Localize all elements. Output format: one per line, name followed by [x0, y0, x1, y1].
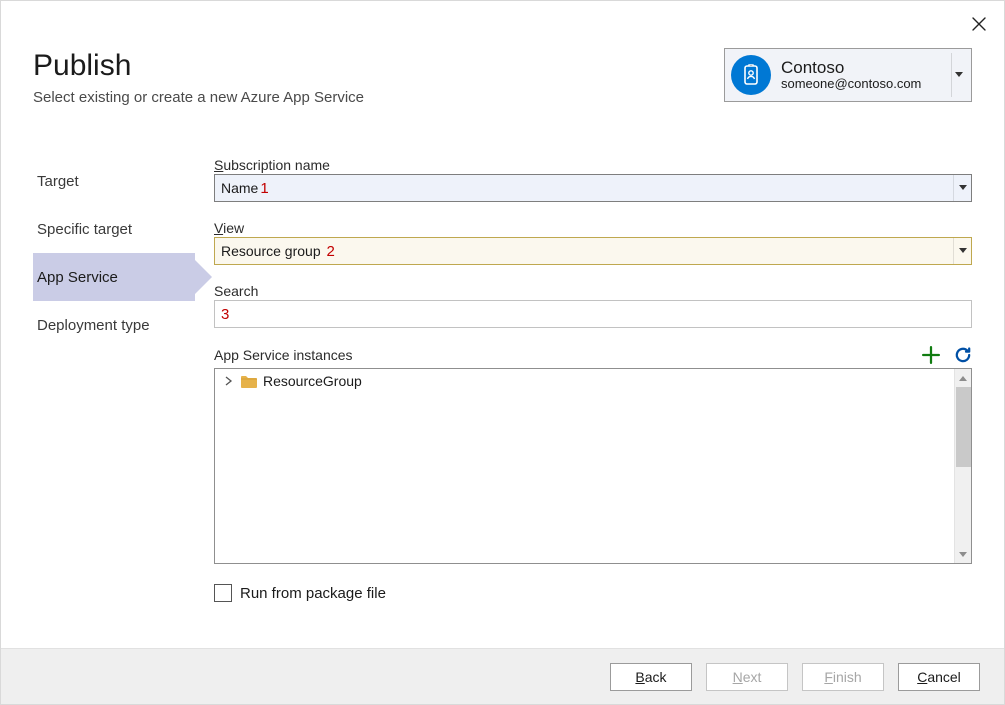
cancel-button[interactable]: Cancel — [898, 663, 980, 691]
add-instance-button[interactable] — [922, 346, 940, 364]
wizard-footer: Back Next Finish Cancel — [1, 648, 1004, 704]
step-app-service[interactable]: App Service — [33, 253, 195, 301]
instances-title: App Service instances — [214, 347, 353, 363]
annotation-2: 2 — [327, 243, 335, 260]
account-email: someone@contoso.com — [781, 77, 951, 92]
chevron-down-icon[interactable] — [953, 238, 971, 264]
view-combo[interactable]: Resource group 2 — [214, 237, 972, 265]
search-input[interactable]: 3 — [214, 300, 972, 328]
scroll-down-icon[interactable] — [955, 546, 971, 563]
tree-row-label: ResourceGroup — [263, 373, 362, 389]
step-target[interactable]: Target — [33, 157, 195, 205]
refresh-button[interactable] — [954, 346, 972, 364]
run-from-package-checkbox[interactable] — [214, 584, 232, 602]
instances-tree[interactable]: ResourceGroup — [214, 368, 972, 564]
next-button: Next — [706, 663, 788, 691]
subscription-label: Subscription name — [214, 157, 972, 173]
close-button[interactable] — [972, 15, 986, 36]
main-form: Subscription name Name1 View Resource gr… — [214, 157, 972, 602]
view-label: View — [214, 220, 972, 236]
subscription-value: Name1 — [221, 180, 953, 197]
page-title: Publish — [33, 49, 364, 83]
account-dropdown-button[interactable] — [951, 53, 965, 97]
account-name: Contoso — [781, 58, 951, 78]
step-specific-target[interactable]: Specific target — [33, 205, 195, 253]
page-subtitle: Select existing or create a new Azure Ap… — [33, 89, 364, 106]
search-label: Search — [214, 283, 972, 299]
tree-row-resourcegroup[interactable]: ResourceGroup — [215, 369, 971, 393]
annotation-1: 1 — [260, 180, 268, 197]
account-badge-icon — [731, 55, 771, 95]
expand-caret-icon[interactable] — [225, 376, 235, 386]
account-text: Contoso someone@contoso.com — [781, 58, 951, 92]
run-from-package-label: Run from package file — [240, 585, 386, 602]
vertical-scrollbar[interactable] — [954, 369, 971, 563]
finish-button: Finish — [802, 663, 884, 691]
chevron-down-icon[interactable] — [953, 175, 971, 201]
step-deployment-type[interactable]: Deployment type — [33, 301, 195, 349]
account-picker[interactable]: Contoso someone@contoso.com — [724, 48, 972, 102]
scroll-thumb[interactable] — [956, 387, 971, 467]
subscription-combo[interactable]: Name1 — [214, 174, 972, 202]
folder-icon — [241, 375, 257, 388]
wizard-steps: Target Specific target App Service Deplo… — [33, 157, 195, 349]
back-button[interactable]: Back — [610, 663, 692, 691]
view-value: Resource group 2 — [221, 243, 953, 260]
annotation-3: 3 — [221, 306, 229, 323]
scroll-up-icon[interactable] — [955, 369, 971, 386]
